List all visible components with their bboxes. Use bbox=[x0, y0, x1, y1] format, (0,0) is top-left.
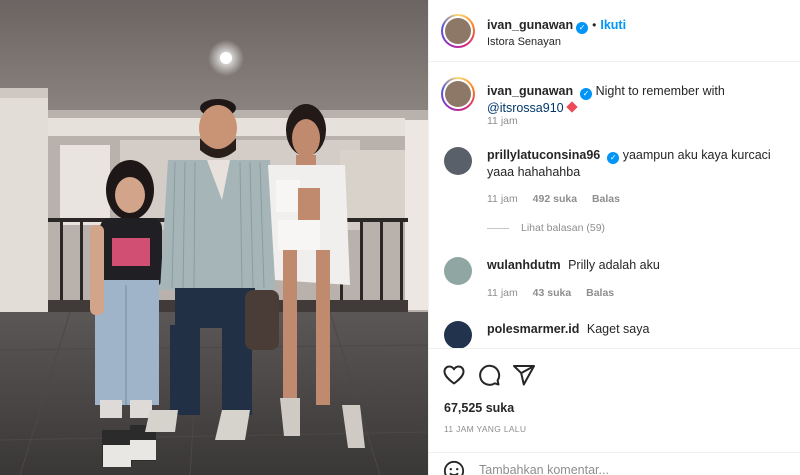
comments-list[interactable]: ivan_gunawan ✓ Night to remember with @it… bbox=[429, 63, 800, 348]
author-line: ivan_gunawan ✓ • Ikuti bbox=[487, 16, 626, 34]
likes-count[interactable]: 67,525 suka bbox=[444, 401, 514, 415]
replies-line bbox=[487, 227, 509, 229]
post-timestamp: 11 JAM YANG LALU bbox=[444, 424, 527, 434]
view-replies-label: Lihat balasan (59) bbox=[521, 222, 606, 234]
heart-icon[interactable] bbox=[442, 363, 466, 387]
comment-avatar[interactable] bbox=[444, 321, 472, 348]
comment-time: 11 jam bbox=[487, 193, 518, 205]
comment-meta: 11 jam 43 suka Balas bbox=[487, 287, 626, 299]
comment-username[interactable]: prillylatuconsina96 bbox=[487, 148, 600, 162]
reply-button[interactable]: Balas bbox=[592, 193, 620, 205]
comment-body: Kaget saya bbox=[586, 322, 650, 336]
comment-time: 11 jam bbox=[487, 287, 518, 299]
follow-button[interactable]: Ikuti bbox=[600, 18, 626, 32]
comment-username[interactable]: polesmarmer.id bbox=[487, 322, 579, 336]
post-header: ivan_gunawan ✓ • Ikuti Istora Senayan bbox=[429, 0, 800, 62]
share-icon[interactable] bbox=[512, 363, 536, 387]
comment-meta: 11 jam 492 suka Balas bbox=[487, 193, 632, 205]
verified-badge-icon: ✓ bbox=[607, 152, 620, 164]
caption-avatar[interactable] bbox=[441, 77, 475, 111]
comment-text: prillylatuconsina96 ✓ yaampun aku kaya ku… bbox=[487, 147, 787, 181]
post-photo-image bbox=[0, 0, 428, 475]
post-location[interactable]: Istora Senayan bbox=[487, 36, 561, 48]
caption-mention[interactable]: @itsrossa910 bbox=[487, 101, 564, 115]
comment-username[interactable]: wulanhdutm bbox=[487, 258, 561, 272]
reply-button[interactable]: Balas bbox=[586, 287, 614, 299]
add-comment-bar bbox=[429, 452, 800, 475]
red-heart-emoji-icon bbox=[565, 101, 578, 113]
view-replies-button[interactable]: Lihat balasan (59) bbox=[487, 222, 605, 234]
verified-badge-icon: ✓ bbox=[576, 22, 589, 34]
author-avatar[interactable] bbox=[441, 14, 475, 48]
caption-text: ivan_gunawan ✓ Night to remember with @it… bbox=[487, 83, 787, 117]
caption-meta: 11 jam bbox=[487, 115, 530, 127]
post-photo[interactable] bbox=[0, 0, 428, 475]
comment-text: wulanhdutm Prilly adalah aku bbox=[487, 257, 787, 274]
author-username[interactable]: ivan_gunawan bbox=[487, 18, 573, 32]
separator-dot: • bbox=[592, 18, 597, 32]
comment-input[interactable] bbox=[479, 461, 779, 475]
comment-likes[interactable]: 43 suka bbox=[533, 287, 572, 299]
comment-icon[interactable] bbox=[477, 363, 501, 387]
comment-body: Prilly adalah aku bbox=[568, 258, 660, 272]
caption-body: Night to remember with bbox=[595, 84, 725, 98]
verified-badge-icon: ✓ bbox=[580, 88, 593, 100]
post-actions: 67,525 suka 11 JAM YANG LALU bbox=[429, 348, 800, 468]
emoji-icon[interactable] bbox=[443, 460, 465, 475]
comment-avatar[interactable] bbox=[444, 257, 472, 285]
comment-avatar[interactable] bbox=[444, 147, 472, 175]
post-sidebar: ivan_gunawan ✓ • Ikuti Istora Senayan ivan_… bbox=[428, 0, 800, 475]
comment-text: polesmarmer.id Kaget saya bbox=[487, 321, 787, 338]
caption-username[interactable]: ivan_gunawan bbox=[487, 84, 573, 98]
caption-time: 11 jam bbox=[487, 115, 518, 127]
comment-likes[interactable]: 492 suka bbox=[533, 193, 577, 205]
